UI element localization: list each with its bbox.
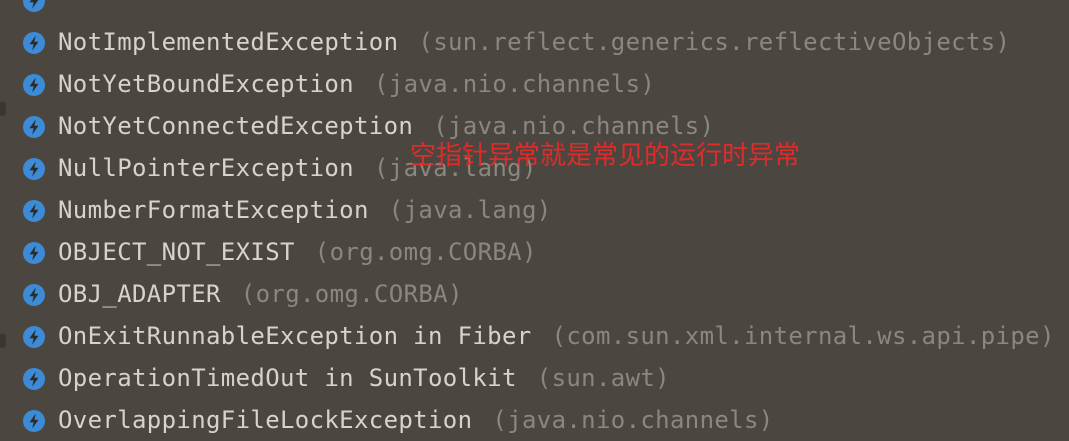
item-package: (sun.awt) [536, 364, 670, 392]
item-package: (java.nio.channels) [433, 112, 715, 140]
item-label: NotImplementedException (sun.reflect.gene… [58, 28, 1011, 56]
list-item[interactable] [0, 0, 1069, 21]
list-item[interactable]: OBJECT_NOT_EXIST (org.omg.CORBA) [0, 231, 1069, 273]
completion-list: NotImplementedException (sun.reflect.gene… [0, 0, 1069, 441]
exception-class-icon [23, 368, 45, 390]
item-package: (java.nio.channels) [373, 70, 656, 98]
red-annotation-text: 空指针异常就是常见的运行时异常 [410, 141, 801, 171]
list-item[interactable]: OverlappingFileLockException (java.nio.ch… [0, 399, 1069, 441]
item-package: (sun.reflect.generics.reflectiveObjects) [418, 28, 1011, 56]
exception-class-icon [23, 158, 45, 180]
item-package: (com.sun.xml.internal.ws.api.pipe) [551, 322, 1055, 350]
exception-class-icon [23, 32, 45, 54]
item-label: OperationTimedOut in SunToolkit (sun.awt) [58, 364, 670, 392]
list-item[interactable]: NotYetBoundException (java.nio.channels) [0, 63, 1069, 105]
exception-class-icon [23, 0, 45, 12]
list-item[interactable]: OnExitRunnableException in Fiber (com.sun… [0, 315, 1069, 357]
item-label: NotYetBoundException (java.nio.channels) [58, 70, 656, 98]
item-label: OnExitRunnableException in Fiber (com.sun… [58, 322, 1055, 350]
list-item[interactable]: OperationTimedOut in SunToolkit (sun.awt) [0, 357, 1069, 399]
item-label: NumberFormatException (java.lang) [58, 196, 552, 224]
exception-class-icon [23, 242, 45, 264]
item-package: (org.omg.CORBA) [240, 280, 463, 308]
item-label [58, 0, 78, 15]
item-label: OverlappingFileLockException (java.nio.ch… [58, 406, 774, 434]
exception-class-icon [23, 326, 45, 348]
list-item[interactable]: NotImplementedException (sun.reflect.gene… [0, 21, 1069, 63]
item-package: (java.lang) [388, 196, 552, 224]
item-label: OBJECT_NOT_EXIST (org.omg.CORBA) [58, 238, 537, 266]
item-package: (org.omg.CORBA) [314, 238, 537, 266]
exception-class-icon [23, 284, 45, 306]
item-label: OBJ_ADAPTER (org.omg.CORBA) [58, 280, 463, 308]
exception-class-icon [23, 74, 45, 96]
list-item[interactable]: OBJ_ADAPTER (org.omg.CORBA) [0, 273, 1069, 315]
exception-class-icon [23, 410, 45, 432]
exception-class-icon [23, 116, 45, 138]
item-package: (java.nio.channels) [492, 406, 774, 434]
list-item[interactable]: NumberFormatException (java.lang) [0, 189, 1069, 231]
exception-class-icon [23, 200, 45, 222]
